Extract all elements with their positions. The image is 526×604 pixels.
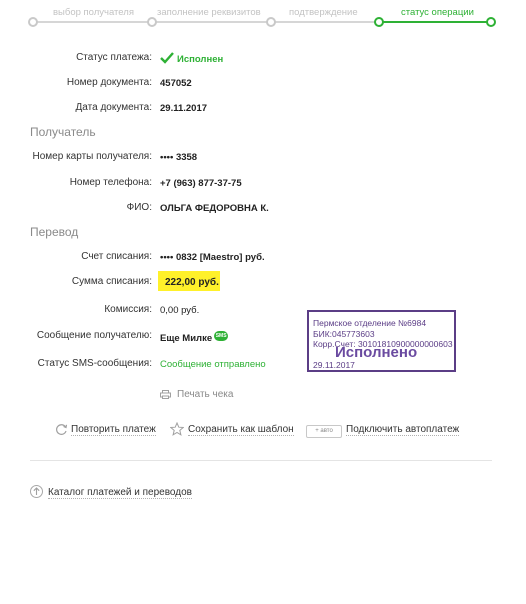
sms-status-value: Сообщение отправлено — [160, 359, 266, 370]
message-value: Еще Милке SMS — [160, 331, 229, 344]
card-number-label: Номер карты получателя: — [32, 151, 152, 162]
stepper-line-inactive — [30, 21, 378, 23]
message-label: Сообщение получателю: — [36, 330, 152, 341]
sms-badge-icon: SMS — [214, 331, 229, 341]
stepper-line-active — [378, 21, 490, 23]
fio-label: ФИО: — [126, 202, 152, 213]
stamp-date: 29.11.2017 — [313, 360, 355, 370]
step-dot-end — [486, 17, 496, 27]
fio-value: ОЛЬГА ФЕДОРОВНА К. — [160, 203, 269, 214]
auto-tag-label: авто — [320, 428, 333, 434]
catalog-link[interactable]: Каталог платежей и переводов — [48, 487, 192, 499]
step-dot-3 — [266, 17, 276, 27]
account-label: Счет списания: — [81, 251, 152, 262]
fee-value: 0,00 руб. — [160, 305, 200, 316]
progress-stepper: выбор получателя заполнение реквизитов п… — [0, 0, 526, 30]
card-number-value: •••• 3358 — [160, 152, 198, 163]
print-receipt-link[interactable]: Печать чека — [177, 389, 233, 400]
transfer-section-title: Перевод — [30, 225, 79, 239]
doc-number-value: 457052 — [160, 78, 192, 89]
step-dot-1 — [28, 17, 38, 27]
repeat-payment-label: Повторить платеж — [71, 424, 156, 436]
doc-date-value: 29.11.2017 — [160, 103, 208, 114]
step-label-2: заполнение реквизитов — [157, 7, 261, 18]
auto-tag-icon[interactable]: + авто — [306, 425, 342, 438]
repeat-payment-button[interactable]: Повторить платеж — [71, 424, 156, 436]
account-value: •••• 0832 [Maestro] руб. — [160, 252, 265, 263]
message-text: Еще Милке — [160, 333, 213, 344]
recipient-section-title: Получатель — [30, 125, 96, 139]
autopay-label: Подключить автоплатеж — [346, 424, 460, 436]
doc-number-label: Номер документа: — [66, 77, 152, 88]
phone-label: Номер телефона: — [69, 177, 152, 188]
status-text: Исполнен — [177, 54, 224, 65]
save-template-label: Сохранить как шаблон — [188, 424, 294, 436]
fee-label: Комиссия: — [104, 304, 152, 315]
repeat-icon[interactable] — [55, 423, 68, 436]
stamp-executed: Исполнено — [335, 344, 418, 361]
status-label: Статус платежа: — [76, 52, 152, 63]
step-label-4: статус операции — [401, 7, 474, 18]
doc-date-label: Дата документа: — [75, 102, 152, 113]
bank-stamp: Пермское отделение №6984 БИК:045773603 К… — [307, 310, 456, 372]
printer-icon[interactable] — [160, 390, 171, 399]
star-icon[interactable] — [170, 422, 184, 436]
arrow-up-circle-icon[interactable] — [30, 485, 43, 498]
sum-value: 222,00 руб. — [165, 277, 219, 288]
status-value: Исполнен — [160, 52, 223, 65]
phone-value: +7 (963) 877-37-75 — [160, 178, 242, 189]
stamp-branch: Пермское отделение №6984 — [313, 318, 427, 328]
step-dot-2 — [147, 17, 157, 27]
sum-label: Сумма списания: — [71, 276, 152, 287]
check-icon — [160, 52, 174, 64]
step-label-1: выбор получателя — [53, 7, 134, 18]
stamp-bik: БИК:045773603 — [313, 329, 375, 339]
step-label-3: подтверждение — [289, 7, 358, 18]
step-dot-4 — [374, 17, 384, 27]
sms-status-label: Статус SMS-сообщения: — [37, 358, 152, 369]
divider — [30, 460, 492, 461]
catalog-label: Каталог платежей и переводов — [48, 487, 192, 499]
autopay-button[interactable]: Подключить автоплатеж — [346, 424, 460, 436]
save-template-button[interactable]: Сохранить как шаблон — [188, 424, 294, 436]
